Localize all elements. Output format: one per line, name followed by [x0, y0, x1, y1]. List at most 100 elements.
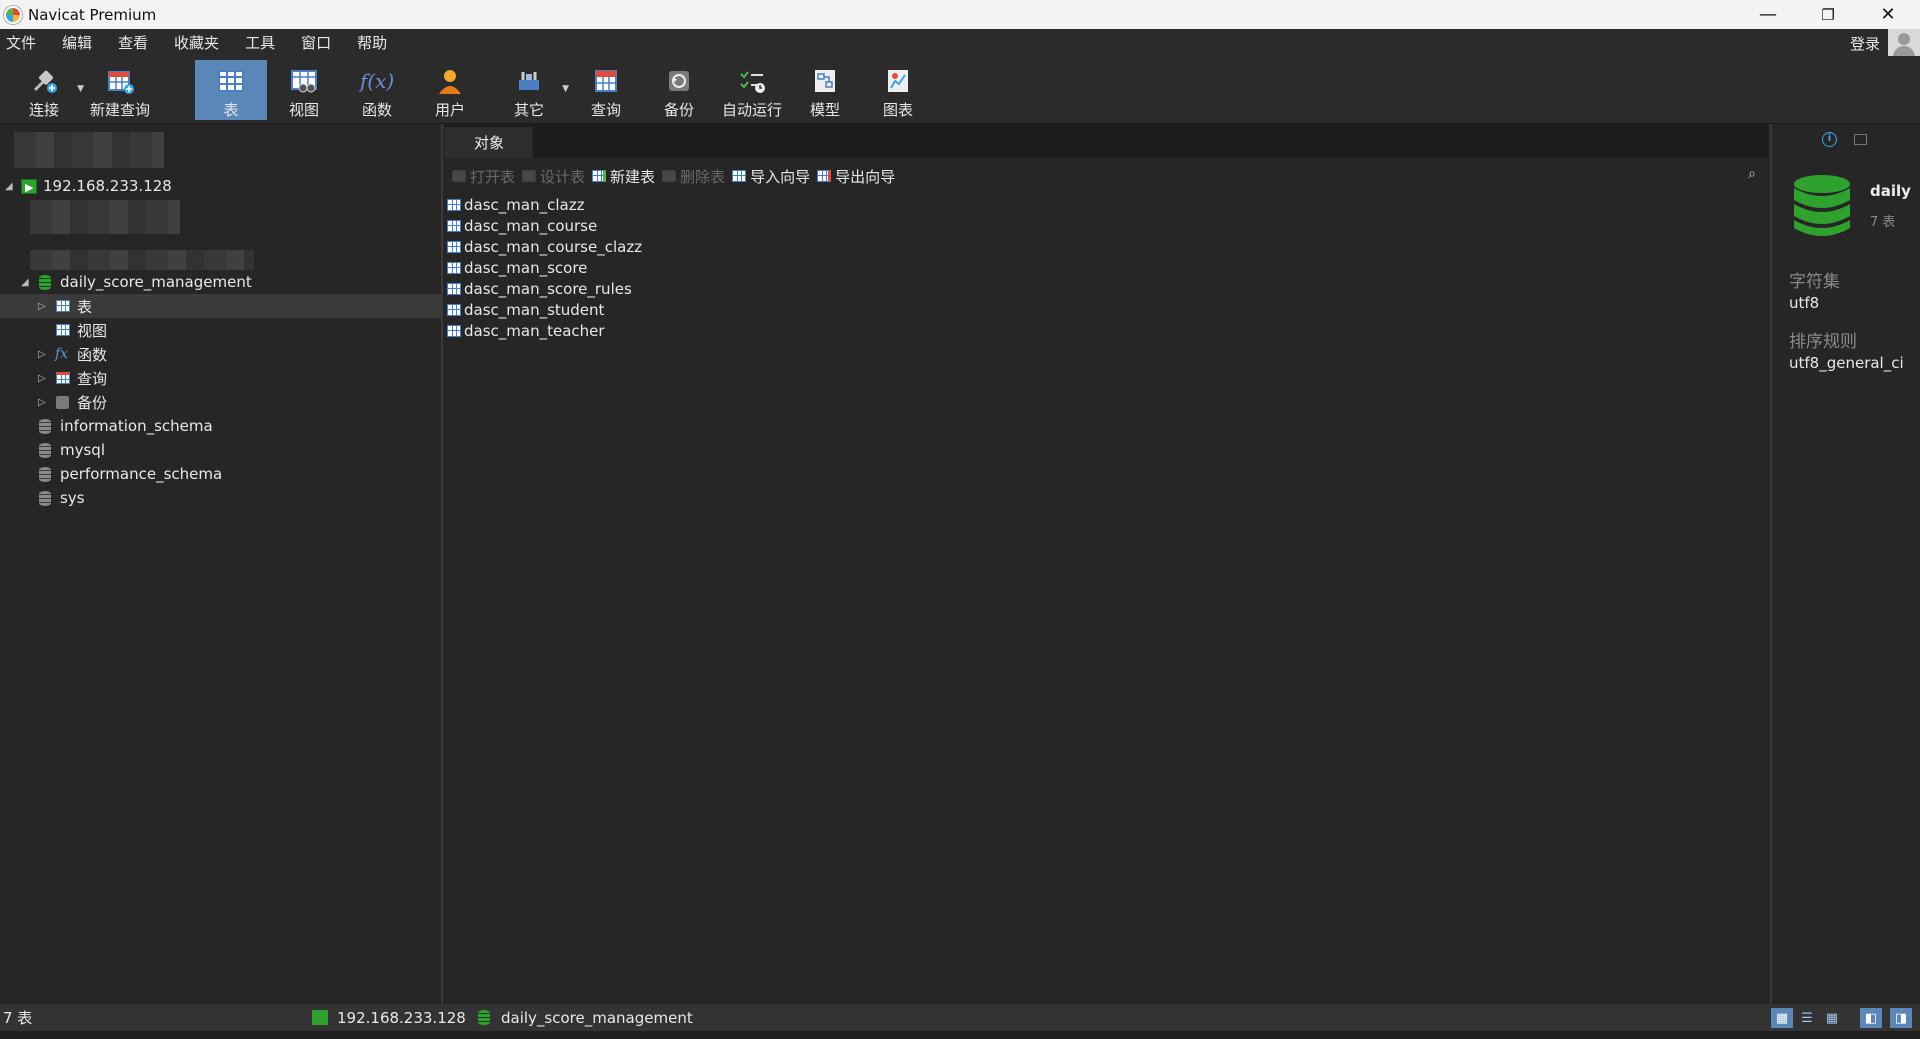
tab-objects[interactable]: 对象: [445, 127, 533, 158]
chart-button[interactable]: 图表: [862, 60, 934, 120]
connection-label: 192.168.233.128: [43, 177, 172, 195]
toggle-left-pane-button[interactable]: ◧: [1860, 1008, 1882, 1028]
tree-item-label: 函数: [77, 345, 108, 364]
database-label: information_schema: [60, 417, 213, 435]
database-node[interactable]: performance_schema: [0, 462, 441, 486]
table-icon: [662, 170, 677, 182]
chart-label: 图表: [882, 101, 913, 119]
database-node[interactable]: ◢ daily_score_management: [0, 270, 441, 294]
table-icon: [56, 300, 70, 312]
info-icon[interactable]: i: [1822, 132, 1837, 147]
new-table-button[interactable]: 新建表: [592, 166, 655, 187]
detail-view-button[interactable]: ☰: [1796, 1008, 1818, 1028]
tree-item-backups[interactable]: ▷ 备份: [0, 390, 441, 414]
info-db-name: daily: [1870, 182, 1911, 200]
menu-tools[interactable]: 工具: [245, 32, 275, 53]
toggle-right-pane-button[interactable]: ◨: [1890, 1008, 1912, 1028]
redacted-region: [30, 200, 180, 234]
ddl-icon[interactable]: [1854, 134, 1867, 145]
automation-button[interactable]: 自动运行: [716, 60, 788, 120]
backup-button[interactable]: 备份: [643, 60, 715, 120]
view-button[interactable]: 视图: [268, 60, 340, 120]
plug-icon: [29, 66, 59, 96]
model-label: 模型: [809, 101, 840, 119]
chevron-down-icon[interactable]: ▼: [77, 84, 84, 94]
design-table-button[interactable]: 设计表: [522, 166, 585, 187]
database-node[interactable]: sys: [0, 486, 441, 510]
database-node[interactable]: mysql: [0, 438, 441, 462]
charset-value: utf8: [1789, 294, 1820, 312]
delete-table-button[interactable]: 删除表: [662, 166, 725, 187]
menu-edit[interactable]: 编辑: [62, 32, 92, 53]
expand-arrow-icon[interactable]: ▷: [38, 373, 46, 384]
menu-file[interactable]: 文件: [6, 32, 36, 53]
tree-item-tables[interactable]: ▷ 表: [0, 294, 441, 318]
function-button[interactable]: f(x) 函数: [341, 60, 413, 120]
open-table-button[interactable]: 打开表: [452, 166, 515, 187]
collapse-arrow-icon[interactable]: ◢: [21, 277, 29, 288]
table-icon: [447, 282, 461, 295]
connection-node[interactable]: ◢ ▶ 192.168.233.128: [0, 174, 441, 198]
collapse-arrow-icon[interactable]: ◢: [5, 181, 13, 192]
menu-help[interactable]: 帮助: [357, 32, 387, 53]
chart-icon: [883, 66, 913, 96]
list-item[interactable]: dasc_man_clazz: [447, 194, 642, 215]
function-icon: f(x): [359, 69, 395, 93]
query-button[interactable]: 查询: [570, 60, 642, 120]
list-item[interactable]: dasc_man_course_clazz: [447, 236, 642, 257]
status-connection: 192.168.233.128: [337, 1008, 466, 1027]
list-view-button[interactable]: ▦: [1771, 1008, 1793, 1028]
login-link[interactable]: 登录: [1850, 33, 1880, 54]
tree-item-queries[interactable]: ▷ 查询: [0, 366, 441, 390]
connect-button[interactable]: 连接 ▼: [8, 60, 84, 120]
list-item[interactable]: dasc_man_score_rules: [447, 278, 642, 299]
menu-bar: 文件 编辑 查看 收藏夹 工具 窗口 帮助 登录: [0, 29, 1920, 59]
other-button[interactable]: 其它 ▼: [493, 60, 569, 120]
info-panel: i daily 7 表 字符集 utf8 排序规则 utf8_general_c…: [1770, 124, 1920, 1004]
view-icon: [56, 324, 70, 336]
user-avatar[interactable]: [1888, 29, 1920, 59]
database-node[interactable]: information_schema: [0, 414, 441, 438]
table-icon: [447, 219, 461, 232]
menu-favorites[interactable]: 收藏夹: [174, 32, 219, 53]
restore-button[interactable]: ❐: [1800, 0, 1856, 29]
list-item[interactable]: dasc_man_course: [447, 215, 642, 236]
connect-label: 连接: [28, 101, 59, 119]
chevron-down-icon[interactable]: ▼: [562, 84, 569, 94]
list-item[interactable]: dasc_man_teacher: [447, 320, 642, 341]
expand-arrow-icon[interactable]: ▷: [38, 349, 46, 360]
model-button[interactable]: 模型: [789, 60, 861, 120]
search-icon[interactable]: ⌕: [1748, 166, 1756, 182]
status-database: daily_score_management: [501, 1008, 693, 1027]
new-query-button[interactable]: 新建查询: [84, 60, 156, 120]
menu-view[interactable]: 查看: [118, 32, 148, 53]
user-button[interactable]: 用户: [414, 60, 486, 120]
other-icon: [514, 66, 544, 96]
close-button[interactable]: ✕: [1860, 0, 1916, 29]
er-view-button[interactable]: ▦: [1821, 1008, 1843, 1028]
list-item[interactable]: dasc_man_score: [447, 257, 642, 278]
expand-arrow-icon[interactable]: ▷: [38, 397, 46, 408]
database-icon: [39, 442, 51, 458]
table-icon: [447, 324, 461, 337]
status-count: 7 表: [3, 1009, 33, 1027]
redacted-region: [14, 132, 164, 168]
query-label: 查询: [590, 101, 621, 119]
minimize-button[interactable]: —: [1740, 0, 1796, 29]
import-wizard-button[interactable]: 导入向导: [732, 166, 810, 187]
function-icon: fx: [55, 346, 69, 362]
menu-window[interactable]: 窗口: [301, 32, 331, 53]
new-query-label: 新建查询: [89, 101, 150, 119]
tab-bar: 对象: [445, 124, 1768, 158]
other-label: 其它: [513, 101, 544, 119]
user-label: 用户: [434, 101, 465, 119]
query-icon: [591, 66, 621, 96]
list-item[interactable]: dasc_man_student: [447, 299, 642, 320]
bottom-strip: [0, 1031, 1920, 1039]
export-wizard-button[interactable]: 导出向导: [817, 166, 895, 187]
table-button[interactable]: 表: [195, 60, 267, 120]
tree-item-views[interactable]: 视图: [0, 318, 441, 342]
new-query-icon: [105, 66, 135, 96]
expand-arrow-icon[interactable]: ▷: [38, 301, 46, 312]
tree-item-functions[interactable]: ▷ fx 函数: [0, 342, 441, 366]
